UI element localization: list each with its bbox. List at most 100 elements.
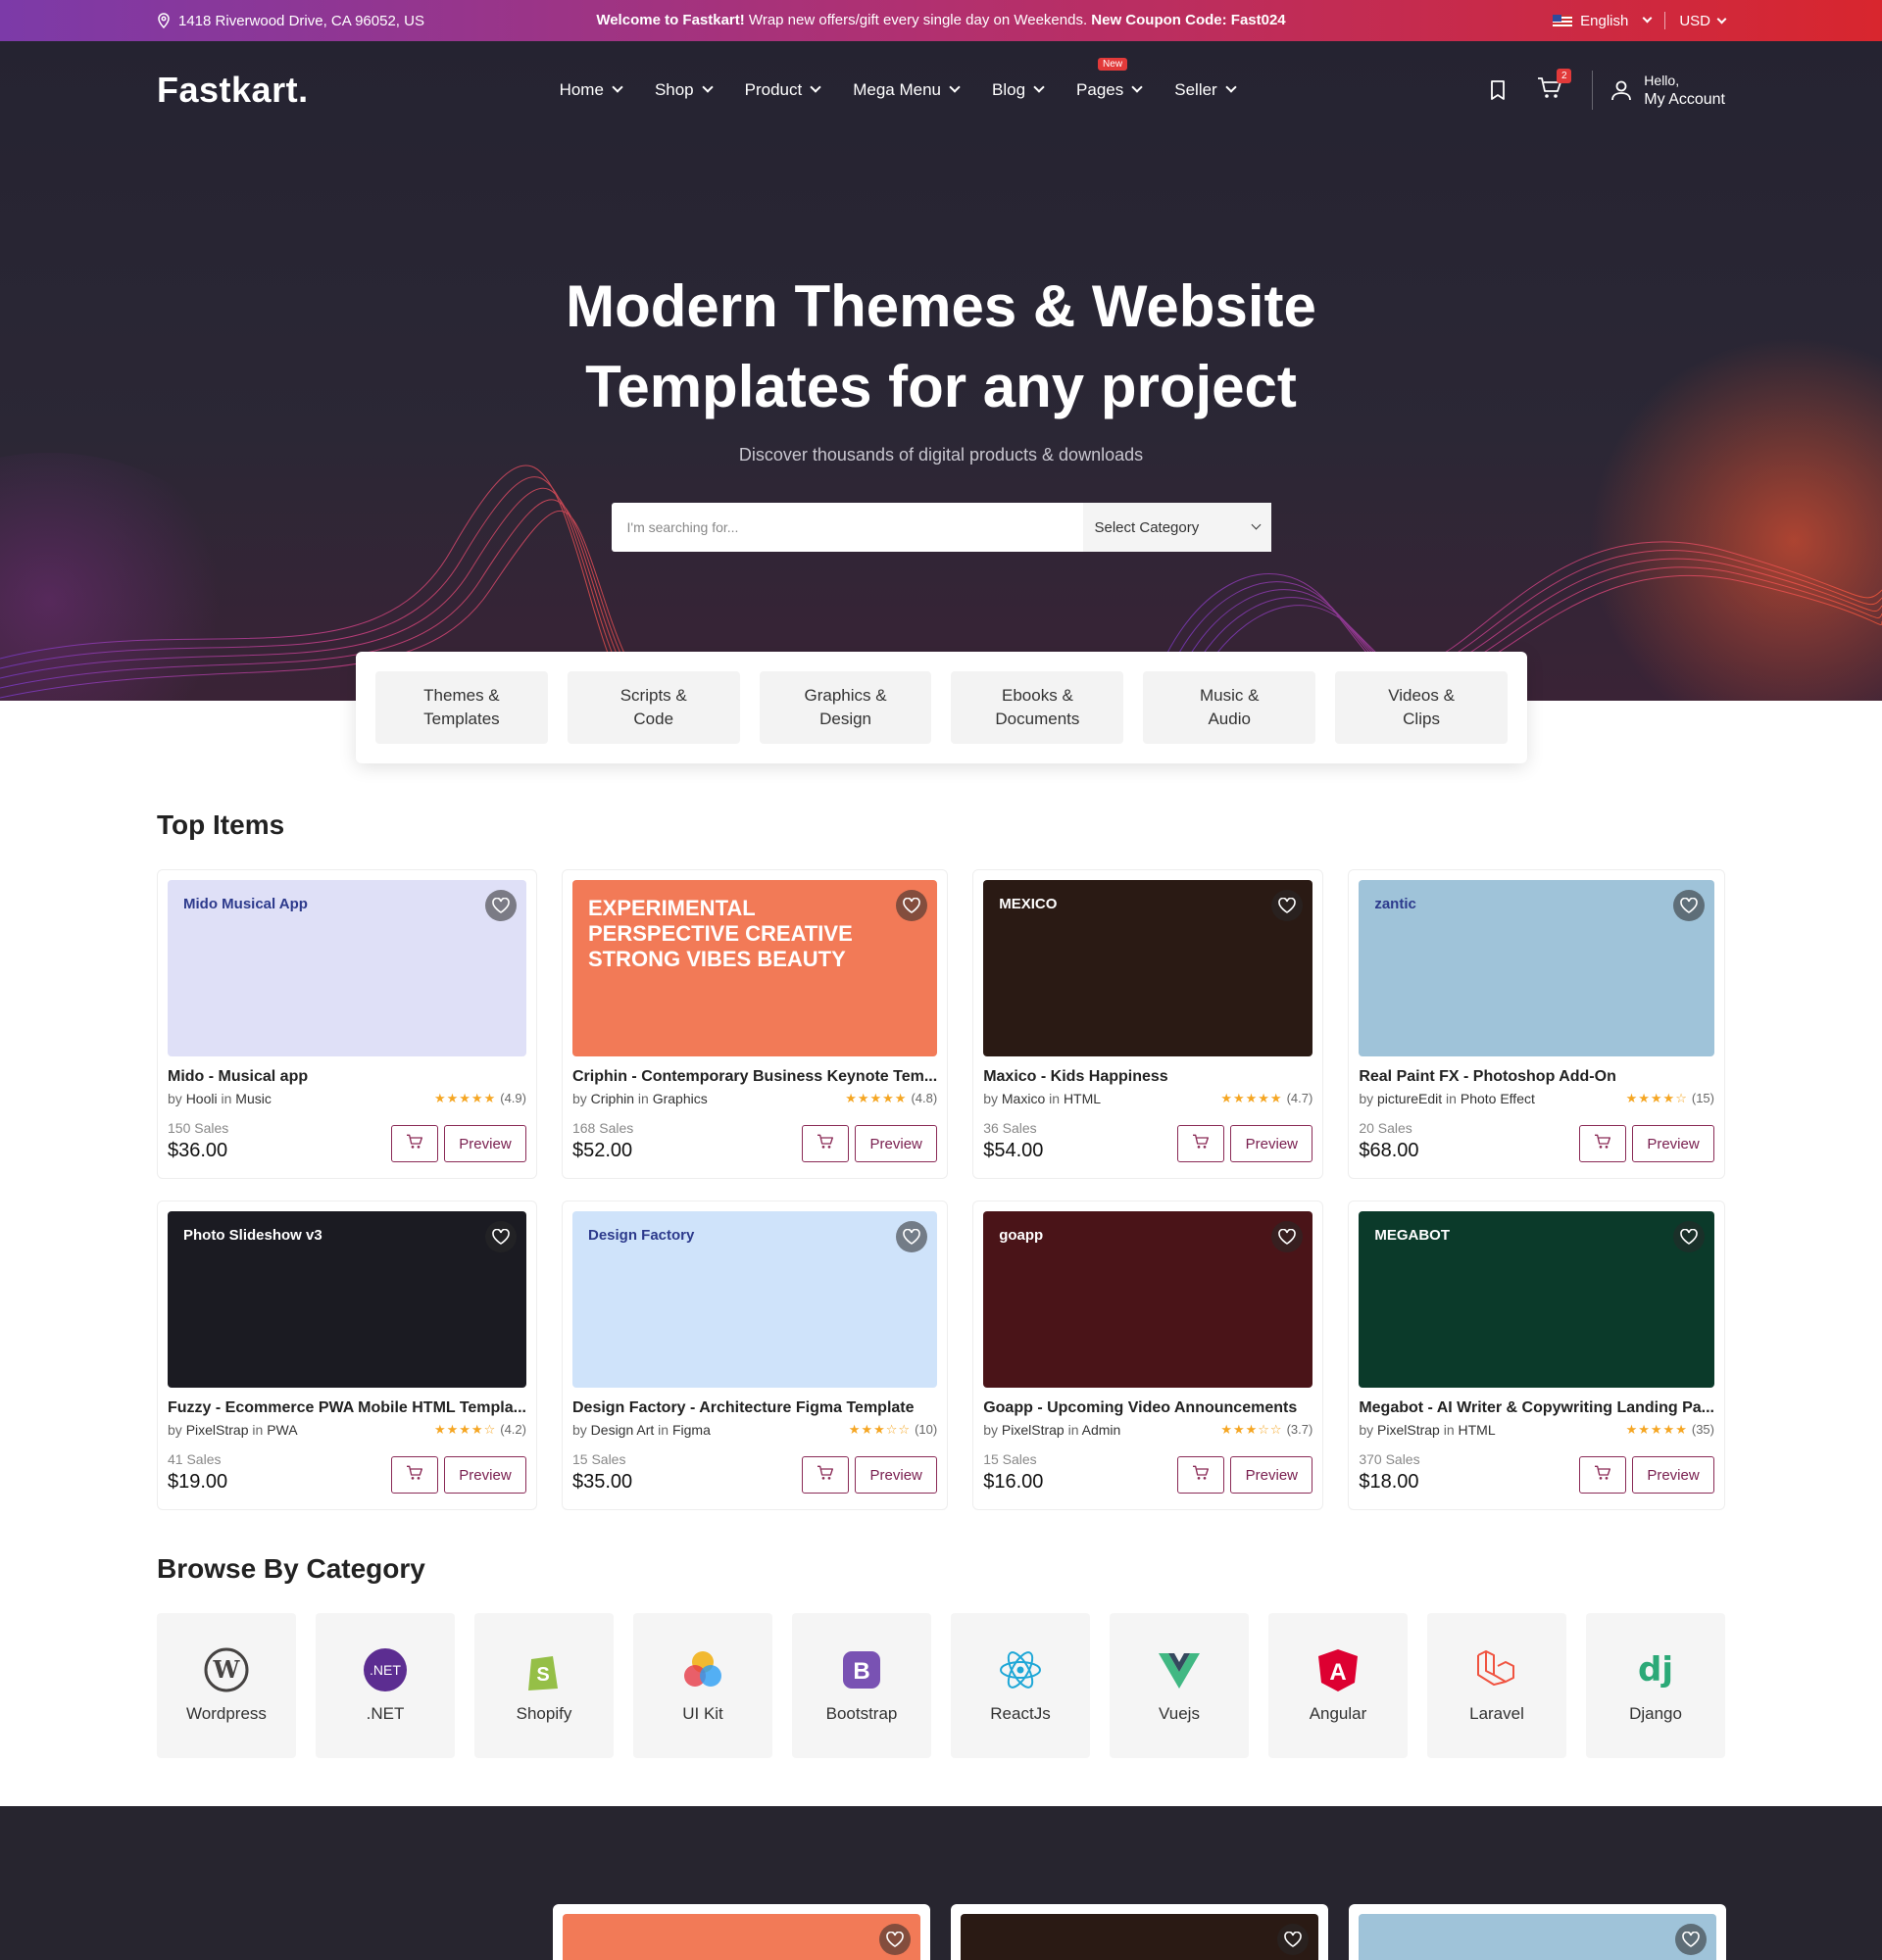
category-link[interactable]: Admin bbox=[1082, 1422, 1121, 1438]
heart-icon[interactable] bbox=[1673, 1221, 1705, 1252]
browse-category-bootstrap[interactable]: B Bootstrap bbox=[792, 1613, 931, 1758]
category-music-audio[interactable]: Music & Audio bbox=[1143, 671, 1316, 744]
add-to-cart-button[interactable] bbox=[802, 1456, 850, 1494]
product-thumbnail[interactable]: Mido Musical App bbox=[168, 880, 526, 1056]
bookmark-icon[interactable] bbox=[1488, 79, 1508, 101]
category-link[interactable]: Figma bbox=[672, 1422, 711, 1438]
heart-icon[interactable] bbox=[1675, 1924, 1707, 1955]
preview-button[interactable]: Preview bbox=[1230, 1125, 1313, 1162]
product-thumbnail[interactable]: MEGABOT bbox=[1359, 1211, 1714, 1388]
heart-icon[interactable] bbox=[896, 890, 928, 921]
category-themes-templates[interactable]: Themes & Templates bbox=[375, 671, 548, 744]
preview-button[interactable]: Preview bbox=[443, 1456, 526, 1494]
add-to-cart-button[interactable] bbox=[1579, 1125, 1626, 1162]
add-to-cart-button[interactable] bbox=[802, 1125, 850, 1162]
add-to-cart-button[interactable] bbox=[1177, 1456, 1225, 1494]
author-link[interactable]: Hooli bbox=[186, 1091, 218, 1106]
category-link[interactable]: PWA bbox=[267, 1422, 297, 1438]
product-title[interactable]: Real Paint FX - Photoshop Add-On bbox=[1359, 1068, 1714, 1086]
category-graphics-design[interactable]: Graphics & Design bbox=[759, 671, 932, 744]
heart-icon[interactable] bbox=[1271, 1221, 1304, 1252]
category-ebooks-documents[interactable]: Ebooks & Documents bbox=[951, 671, 1124, 744]
preview-button[interactable]: Preview bbox=[443, 1125, 526, 1162]
product-card[interactable]: goapp Goapp - Upcoming Video Announcement… bbox=[972, 1200, 1324, 1510]
category-link[interactable]: Graphics bbox=[653, 1091, 708, 1106]
browse-category-angular[interactable]: A Angular bbox=[1268, 1613, 1408, 1758]
product-title[interactable]: Goapp - Upcoming Video Announcements bbox=[983, 1399, 1312, 1417]
heart-icon[interactable] bbox=[1673, 890, 1705, 921]
language-selector[interactable]: English bbox=[1553, 13, 1653, 29]
browse-category-uikit[interactable]: UI Kit bbox=[633, 1613, 772, 1758]
product-thumbnail[interactable]: zantic bbox=[1359, 880, 1714, 1056]
preview-button[interactable]: Preview bbox=[1230, 1456, 1313, 1494]
search-input[interactable] bbox=[611, 503, 1083, 552]
heart-icon[interactable] bbox=[484, 1221, 517, 1252]
author-link[interactable]: Criphin bbox=[591, 1091, 634, 1106]
account-menu[interactable]: Hello, My Account bbox=[1592, 71, 1725, 110]
product-card[interactable]: Mido Musical App Mido - Musical app by Hoo… bbox=[157, 869, 537, 1179]
nav-item-blog[interactable]: Blog bbox=[992, 80, 1045, 100]
product-card[interactable]: zantic Real Paint FX - Photoshop Add-On by… bbox=[1348, 869, 1725, 1179]
browse-category-shopify[interactable]: S Shopify bbox=[474, 1613, 614, 1758]
category-link[interactable]: HTML bbox=[1459, 1422, 1496, 1438]
heart-icon[interactable] bbox=[484, 890, 517, 921]
product-card[interactable]: Photo Slideshow v3 Fuzzy - Ecommerce PWA … bbox=[157, 1200, 537, 1510]
nav-item-product[interactable]: Product bbox=[745, 80, 821, 100]
category-link[interactable]: HTML bbox=[1064, 1091, 1101, 1106]
browse-category-wordpress[interactable]: W Wordpress bbox=[157, 1613, 296, 1758]
nav-item-seller[interactable]: Seller bbox=[1174, 80, 1237, 100]
preview-button[interactable]: Preview bbox=[1632, 1456, 1714, 1494]
nav-item-shop[interactable]: Shop bbox=[655, 80, 714, 100]
preview-button[interactable]: Preview bbox=[855, 1456, 938, 1494]
category-link[interactable]: Photo Effect bbox=[1461, 1091, 1535, 1106]
product-thumbnail[interactable]: Photo Slideshow v3 bbox=[168, 1211, 526, 1388]
browse-category-net[interactable]: .NET .NET bbox=[316, 1613, 455, 1758]
category-scripts-code[interactable]: Scripts & Code bbox=[567, 671, 740, 744]
product-title[interactable]: Maxico - Kids Happiness bbox=[983, 1068, 1312, 1086]
heart-icon[interactable] bbox=[1277, 1924, 1309, 1955]
add-to-cart-button[interactable] bbox=[390, 1125, 438, 1162]
product-card[interactable]: MEXICO Maxico - Kids Happiness by Maxico i… bbox=[972, 869, 1324, 1179]
featured-card[interactable] bbox=[1349, 1904, 1726, 1960]
product-title[interactable]: Fuzzy - Ecommerce PWA Mobile HTML Templa… bbox=[168, 1399, 526, 1417]
nav-item-pages[interactable]: New Pages bbox=[1076, 58, 1143, 100]
browse-category-laravel[interactable]: Laravel bbox=[1427, 1613, 1566, 1758]
logo[interactable]: Fastkart. bbox=[157, 70, 309, 111]
category-select[interactable]: Select Category bbox=[1082, 503, 1271, 552]
heart-icon[interactable] bbox=[896, 1221, 928, 1252]
heart-icon[interactable] bbox=[1271, 890, 1304, 921]
product-thumbnail[interactable]: MEXICO bbox=[983, 880, 1313, 1056]
product-thumbnail[interactable]: EXPERIMENTAL PERSPECTIVE CREATIVE STRONG… bbox=[571, 880, 938, 1056]
add-to-cart-button[interactable] bbox=[1579, 1456, 1626, 1494]
product-card[interactable]: EXPERIMENTAL PERSPECTIVE CREATIVE STRONG… bbox=[561, 869, 949, 1179]
heart-icon[interactable] bbox=[879, 1924, 911, 1955]
product-title[interactable]: Mido - Musical app bbox=[168, 1068, 526, 1086]
nav-item-mega-menu[interactable]: Mega Menu bbox=[853, 80, 961, 100]
author-link[interactable]: PixelStrap bbox=[1002, 1422, 1065, 1438]
author-link[interactable]: PixelStrap bbox=[1377, 1422, 1440, 1438]
currency-selector[interactable]: USD bbox=[1679, 13, 1727, 29]
product-card[interactable]: MEGABOT Megabot - AI Writer & Copywriting… bbox=[1348, 1200, 1725, 1510]
author-link[interactable]: Design Art bbox=[591, 1422, 655, 1438]
author-link[interactable]: PixelStrap bbox=[186, 1422, 249, 1438]
category-videos-clips[interactable]: Videos & Clips bbox=[1335, 671, 1508, 744]
product-title[interactable]: Megabot - AI Writer & Copywriting Landin… bbox=[1359, 1399, 1714, 1417]
browse-category-vuejs[interactable]: Vuejs bbox=[1110, 1613, 1249, 1758]
product-thumbnail[interactable]: goapp bbox=[983, 1211, 1313, 1388]
product-title[interactable]: Criphin - Contemporary Business Keynote … bbox=[572, 1068, 937, 1086]
featured-card[interactable] bbox=[951, 1904, 1328, 1960]
preview-button[interactable]: Preview bbox=[855, 1125, 938, 1162]
product-title[interactable]: Design Factory - Architecture Figma Temp… bbox=[572, 1399, 937, 1417]
category-link[interactable]: Music bbox=[235, 1091, 272, 1106]
add-to-cart-button[interactable] bbox=[390, 1456, 438, 1494]
featured-card[interactable] bbox=[553, 1904, 930, 1960]
product-card[interactable]: Design Factory Design Factory - Architect… bbox=[561, 1200, 949, 1510]
nav-item-home[interactable]: Home bbox=[560, 80, 623, 100]
author-link[interactable]: Maxico bbox=[1002, 1091, 1045, 1106]
product-thumbnail[interactable]: Design Factory bbox=[571, 1211, 938, 1388]
preview-button[interactable]: Preview bbox=[1632, 1125, 1714, 1162]
add-to-cart-button[interactable] bbox=[1177, 1125, 1225, 1162]
cart-button[interactable]: 2 bbox=[1537, 68, 1572, 105]
browse-category-django[interactable]: dj Django bbox=[1586, 1613, 1725, 1758]
author-link[interactable]: pictureEdit bbox=[1377, 1091, 1442, 1106]
